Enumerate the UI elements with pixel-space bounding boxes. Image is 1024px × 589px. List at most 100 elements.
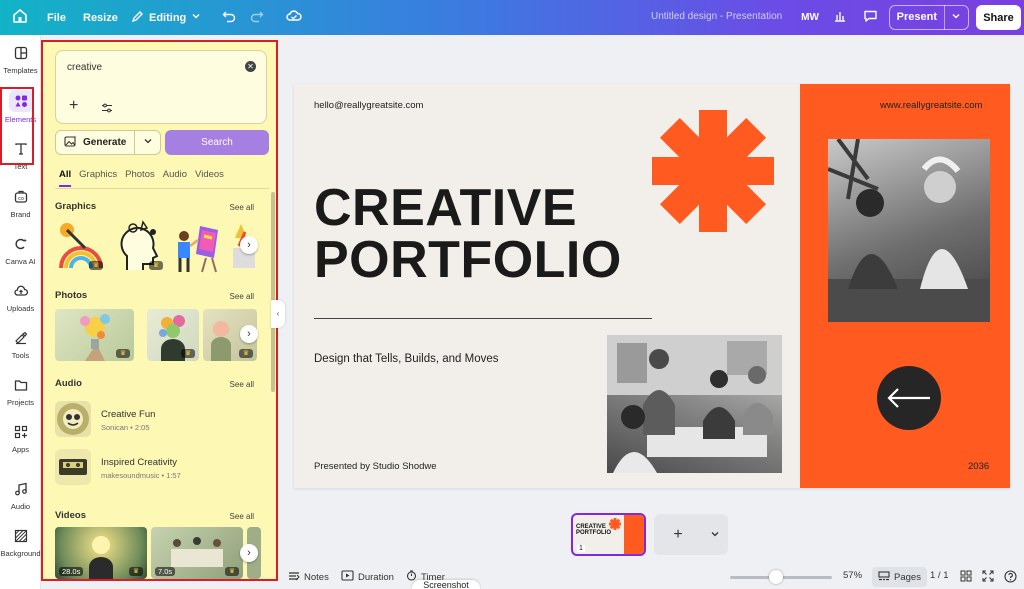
search-box[interactable]: creative ✕ + [55, 50, 267, 124]
pages-button[interactable]: Pages [872, 567, 927, 587]
duration-button[interactable]: Duration [341, 570, 394, 584]
rail-item-canva-ai[interactable]: Canva AI [0, 228, 41, 272]
graphics-next-arrow-icon[interactable]: › [240, 236, 258, 254]
video-duration: 7.0s [155, 567, 176, 576]
audio-track-row[interactable]: Creative Fun Sonican • 2:05 [55, 401, 265, 441]
fullscreen-button[interactable] [982, 570, 994, 585]
slide-email-text[interactable]: hello@reallygreatsite.com [314, 100, 423, 111]
zoom-slider-knob[interactable] [769, 570, 783, 584]
avatar[interactable]: MW [798, 6, 822, 28]
graphic-head-ideas-thumb[interactable]: ♛ [113, 218, 167, 273]
section-title-videos: Videos [55, 510, 86, 521]
asterisk-shape[interactable] [652, 110, 774, 232]
see-all-graphics-link[interactable]: See all [230, 203, 254, 212]
rail-item-audio[interactable]: Audio [0, 473, 41, 517]
rail-label-projects: Projects [6, 398, 35, 407]
video-thumb[interactable]: 7.0s ♛ [151, 527, 243, 579]
videos-next-arrow-icon[interactable]: › [240, 544, 258, 562]
add-page-button[interactable]: + [654, 514, 728, 555]
help-icon [1004, 570, 1017, 586]
present-options-chevron-icon[interactable] [945, 11, 968, 24]
search-input[interactable]: creative [67, 62, 102, 73]
audio-track-subtitle: Sonican • 2:05 [101, 423, 150, 432]
elements-panel: creative ✕ + Generate Search All Graphic… [41, 40, 278, 581]
slide-presented-by[interactable]: Presented by Studio Shodwe [314, 461, 437, 472]
rail-item-templates[interactable]: Templates [0, 37, 41, 81]
insights-button[interactable] [828, 6, 852, 28]
projects-icon [9, 375, 33, 395]
editing-mode-dropdown[interactable]: Editing [131, 0, 201, 35]
slide-title-line1: CREATIVE [314, 179, 578, 237]
photo-lightbulb-thumb[interactable]: ♛ [55, 309, 134, 361]
slide-designers-photo[interactable] [827, 137, 990, 322]
elements-annotation-box [0, 87, 34, 165]
panel-scrollbar[interactable] [271, 192, 275, 392]
see-all-photos-link[interactable]: See all [230, 292, 254, 301]
help-button[interactable] [1004, 570, 1017, 586]
home-icon [12, 8, 28, 27]
photo-flower-head-thumb[interactable]: ♛ [147, 309, 199, 361]
add-page-plus-icon[interactable]: + [654, 526, 702, 544]
pencil-icon [131, 10, 144, 26]
duration-label: Duration [358, 571, 394, 583]
page-thumb-orange [624, 515, 644, 554]
slide-url-text[interactable]: www.reallygreatsite.com [880, 100, 982, 111]
home-button[interactable] [12, 0, 28, 35]
tab-photos[interactable]: Photos [125, 169, 155, 187]
cloud-icon [286, 9, 302, 26]
slide-team-photo[interactable] [607, 335, 782, 473]
graphic-painter-thumb[interactable] [172, 218, 222, 273]
rail-item-tools[interactable]: Tools [0, 322, 41, 366]
filter-sliders-icon[interactable] [101, 100, 113, 118]
audio-art-inspired-creativity [55, 449, 91, 485]
collapse-panel-chevron-icon[interactable]: ‹ [271, 300, 285, 328]
slide-tagline[interactable]: Design that Tells, Builds, and Moves [314, 353, 499, 365]
photos-next-arrow-icon[interactable]: › [240, 325, 258, 343]
undo-icon [222, 9, 236, 26]
share-button[interactable]: Share [976, 5, 1021, 30]
rail-item-apps[interactable]: Apps [0, 416, 41, 460]
see-all-videos-link[interactable]: See all [230, 512, 254, 521]
undo-button[interactable] [222, 0, 236, 35]
zoom-level[interactable]: 57% [843, 570, 862, 581]
comments-button[interactable] [858, 6, 882, 28]
generate-options-chevron-icon[interactable] [135, 136, 160, 149]
resize-button[interactable]: Resize [83, 0, 118, 35]
slide-divider-line[interactable] [314, 318, 652, 319]
redo-button[interactable] [250, 0, 264, 35]
slide-title[interactable]: CREATIVE PORTFOLIO [314, 182, 622, 286]
add-page-chevron-icon[interactable] [702, 529, 728, 541]
page-number: 1 [577, 545, 585, 552]
generate-button[interactable]: Generate [55, 130, 161, 155]
tab-audio[interactable]: Audio [163, 169, 187, 187]
clear-search-icon[interactable]: ✕ [245, 61, 256, 72]
search-button[interactable]: Search [165, 130, 269, 155]
rail-item-uploads[interactable]: Uploads [0, 275, 41, 319]
graphic-rainbow-thumb[interactable]: ♛ [55, 218, 107, 273]
cloud-save-button[interactable] [286, 0, 302, 35]
page-thumbnail[interactable]: CREATIVE PORTFOLIO 1 [571, 513, 646, 556]
video-thumb[interactable]: 28.0s ♛ [55, 527, 147, 579]
rail-item-brand[interactable]: co Brand [0, 181, 41, 225]
rail-item-projects[interactable]: Projects [0, 369, 41, 413]
screenshot-tooltip: Screenshot [412, 580, 480, 589]
arrow-left-icon[interactable] [877, 366, 941, 430]
section-title-graphics: Graphics [55, 201, 97, 212]
slide-canvas[interactable]: hello@reallygreatsite.com www.reallygrea… [294, 84, 1010, 488]
canva-ai-icon [9, 234, 33, 254]
section-title-audio: Audio [55, 378, 82, 389]
grid-view-button[interactable] [960, 570, 972, 585]
rail-item-background[interactable]: Background [0, 520, 41, 564]
tab-videos[interactable]: Videos [195, 169, 224, 187]
present-button[interactable]: Present [889, 5, 969, 30]
see-all-audio-link[interactable]: See all [230, 380, 254, 389]
file-menu[interactable]: File [47, 0, 66, 35]
tab-all[interactable]: All [59, 169, 72, 187]
design-title[interactable]: Untitled design - Presentation [651, 11, 782, 22]
resize-label: Resize [83, 11, 118, 24]
slide-year[interactable]: 2036 [968, 461, 989, 472]
notes-button[interactable]: Notes [288, 570, 329, 584]
add-filter-plus-icon[interactable]: + [69, 98, 78, 114]
tab-graphics[interactable]: Graphics [79, 169, 117, 187]
audio-track-row[interactable]: Inspired Creativity makesoundmusic • 1:5… [55, 449, 265, 489]
